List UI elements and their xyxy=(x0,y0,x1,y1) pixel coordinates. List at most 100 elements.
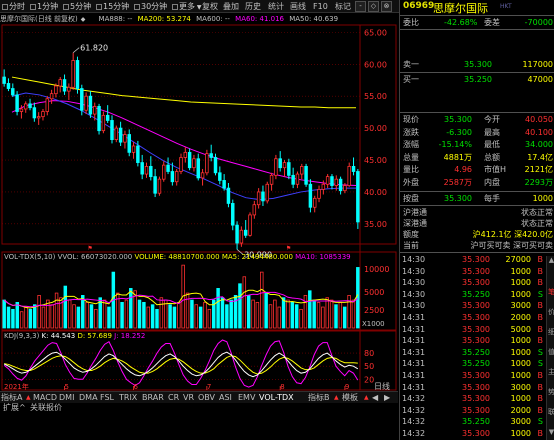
tab-quote[interactable]: 笔 xyxy=(547,288,554,297)
market-tag: HKT xyxy=(500,3,512,10)
stat-row: 涨幅 -15.14% 最低 34.000 xyxy=(400,139,554,150)
divider xyxy=(400,15,554,16)
volume-bar xyxy=(334,304,338,329)
volume-bar xyxy=(168,304,172,329)
chart-area[interactable]: 61.82030.990 65.00 60.00 55.00 50.00 45.00 40… xyxy=(0,0,398,391)
tape-direction: S xyxy=(537,289,543,299)
volume-bar xyxy=(325,297,329,329)
tab-equity[interactable]: 主 xyxy=(547,368,554,377)
candle-up xyxy=(54,85,58,95)
price-tick-label: 60.00 xyxy=(364,60,387,69)
tape-direction: B xyxy=(537,394,544,404)
stat-label: 最高 xyxy=(484,127,500,137)
candle-up xyxy=(101,114,106,132)
bid-row[interactable]: 买一 35.250 47000 xyxy=(400,74,554,85)
related-quote-button[interactable]: 关联报价 xyxy=(30,403,62,413)
label: 每手 xyxy=(484,194,500,203)
tape-row: 14:32 35.250 3000 S xyxy=(400,416,545,427)
volume-bar xyxy=(294,304,299,329)
scroll-down-icon[interactable]: ▼ xyxy=(547,428,554,437)
ask-row[interactable]: 卖一 35.300 117000 xyxy=(400,59,554,70)
tape-volume: 1000 xyxy=(510,394,531,404)
candle-down xyxy=(196,158,200,179)
volume-bar xyxy=(142,301,146,329)
candle-up xyxy=(317,188,321,199)
tab-asi[interactable]: ASI xyxy=(219,392,232,403)
candle-down xyxy=(15,94,19,112)
label: 买一 xyxy=(403,75,419,84)
tape-time: 14:30 xyxy=(402,301,426,311)
tab-brar[interactable]: BRAR xyxy=(142,392,164,403)
period-tab-daily: 日线 xyxy=(374,381,390,391)
tab-cr[interactable]: CR xyxy=(168,392,179,403)
candle-up xyxy=(45,98,50,112)
tape-row: 14:31 35.300 1000 B xyxy=(400,335,545,346)
tab-trix[interactable]: TRIX xyxy=(119,392,137,403)
tape-volume: 2000 xyxy=(510,405,531,415)
price-tick-label: 45.00 xyxy=(364,156,387,165)
tab-dmi[interactable]: DMI xyxy=(59,392,74,403)
scroll-left-icon[interactable]: ◀ xyxy=(372,392,378,403)
tape-row: 14:31 35.300 1000 B xyxy=(400,370,545,381)
stat-row: 涨跌 -6.300 最高 40.100 xyxy=(400,127,554,138)
tape-row: 14:30 35.300 1000 B xyxy=(400,277,545,288)
candle-up xyxy=(200,172,205,179)
candle-down xyxy=(231,203,235,226)
volume-bar xyxy=(46,299,50,329)
quota-row: 额度 沪412.1亿 深420.0亿 xyxy=(400,229,554,240)
ask-price: 35.300 xyxy=(464,60,492,69)
kdj-tick-label: 50 xyxy=(364,362,374,371)
date-tick-label: 8 xyxy=(280,383,284,391)
tab-detail[interactable]: 细 xyxy=(547,328,554,337)
tab-related[interactable]: 势 xyxy=(547,388,554,397)
tab-fsl[interactable]: FSL xyxy=(100,392,114,403)
tab-news[interactable]: 联 xyxy=(547,408,554,417)
scroll-right-icon[interactable]: ▶ xyxy=(384,392,390,403)
volume-title: VOL-TDX(5,10) xyxy=(4,253,58,261)
volume-bar xyxy=(277,306,281,329)
tab-vol-tdx[interactable]: VOL-TDX xyxy=(259,392,294,403)
volume-unit: X1000 xyxy=(362,320,385,328)
tab-dma[interactable]: DMA xyxy=(79,392,98,403)
candle-down xyxy=(287,162,291,176)
divider xyxy=(400,29,554,30)
tab-obv[interactable]: OBV xyxy=(198,392,215,403)
tab-indicator-a[interactable]: 指标A xyxy=(1,392,22,403)
candle-down xyxy=(11,88,15,96)
candle-up xyxy=(192,158,196,169)
tab-emv[interactable]: EMV xyxy=(238,392,255,403)
volume-bar xyxy=(198,306,203,329)
expand-button[interactable]: 扩展^ xyxy=(3,403,26,413)
tab-vr[interactable]: VR xyxy=(183,392,194,403)
tab-value[interactable]: 值 xyxy=(547,348,554,357)
tape-time: 14:31 xyxy=(402,324,426,334)
tape-price: 35.300 xyxy=(462,336,490,346)
date-tick-label: 7 xyxy=(207,383,211,391)
label: 深港通 xyxy=(403,219,427,228)
date-tick-label: 5 xyxy=(65,383,69,391)
divider xyxy=(400,112,554,113)
volume-bar xyxy=(6,306,11,329)
tab-price[interactable]: 价 xyxy=(547,308,554,317)
price-annotations: 61.82030.990 xyxy=(72,44,272,259)
scroll-up-icon[interactable]: ▲ xyxy=(547,256,554,265)
tab-macd[interactable]: MACD xyxy=(33,392,57,403)
volume-legend-item: MA10: 1085339 xyxy=(295,253,351,261)
tape-scrollbar[interactable]: ▲ 笔 价 细 值 主 势 联 ▼ xyxy=(546,256,554,440)
tape-direction: B xyxy=(537,336,544,346)
date-tick-label: 2021年 xyxy=(4,382,29,391)
tape-time: 14:30 xyxy=(402,278,426,288)
candle-down xyxy=(304,166,308,185)
candle-down xyxy=(243,229,248,236)
tape-volume: 3000 xyxy=(510,417,531,427)
tab-indicator-b[interactable]: 指标B xyxy=(308,392,330,403)
volume-bar xyxy=(102,299,107,329)
triangle-icon: ▲ xyxy=(364,394,369,401)
candle-down xyxy=(75,60,80,89)
tab-template[interactable]: 模板 xyxy=(342,392,358,403)
volume-tick-label: 2500 xyxy=(364,306,384,315)
tape-volume: 1000 xyxy=(510,347,531,357)
candle-up xyxy=(36,116,41,119)
candle-up xyxy=(162,164,166,180)
volume-bar xyxy=(2,299,6,329)
